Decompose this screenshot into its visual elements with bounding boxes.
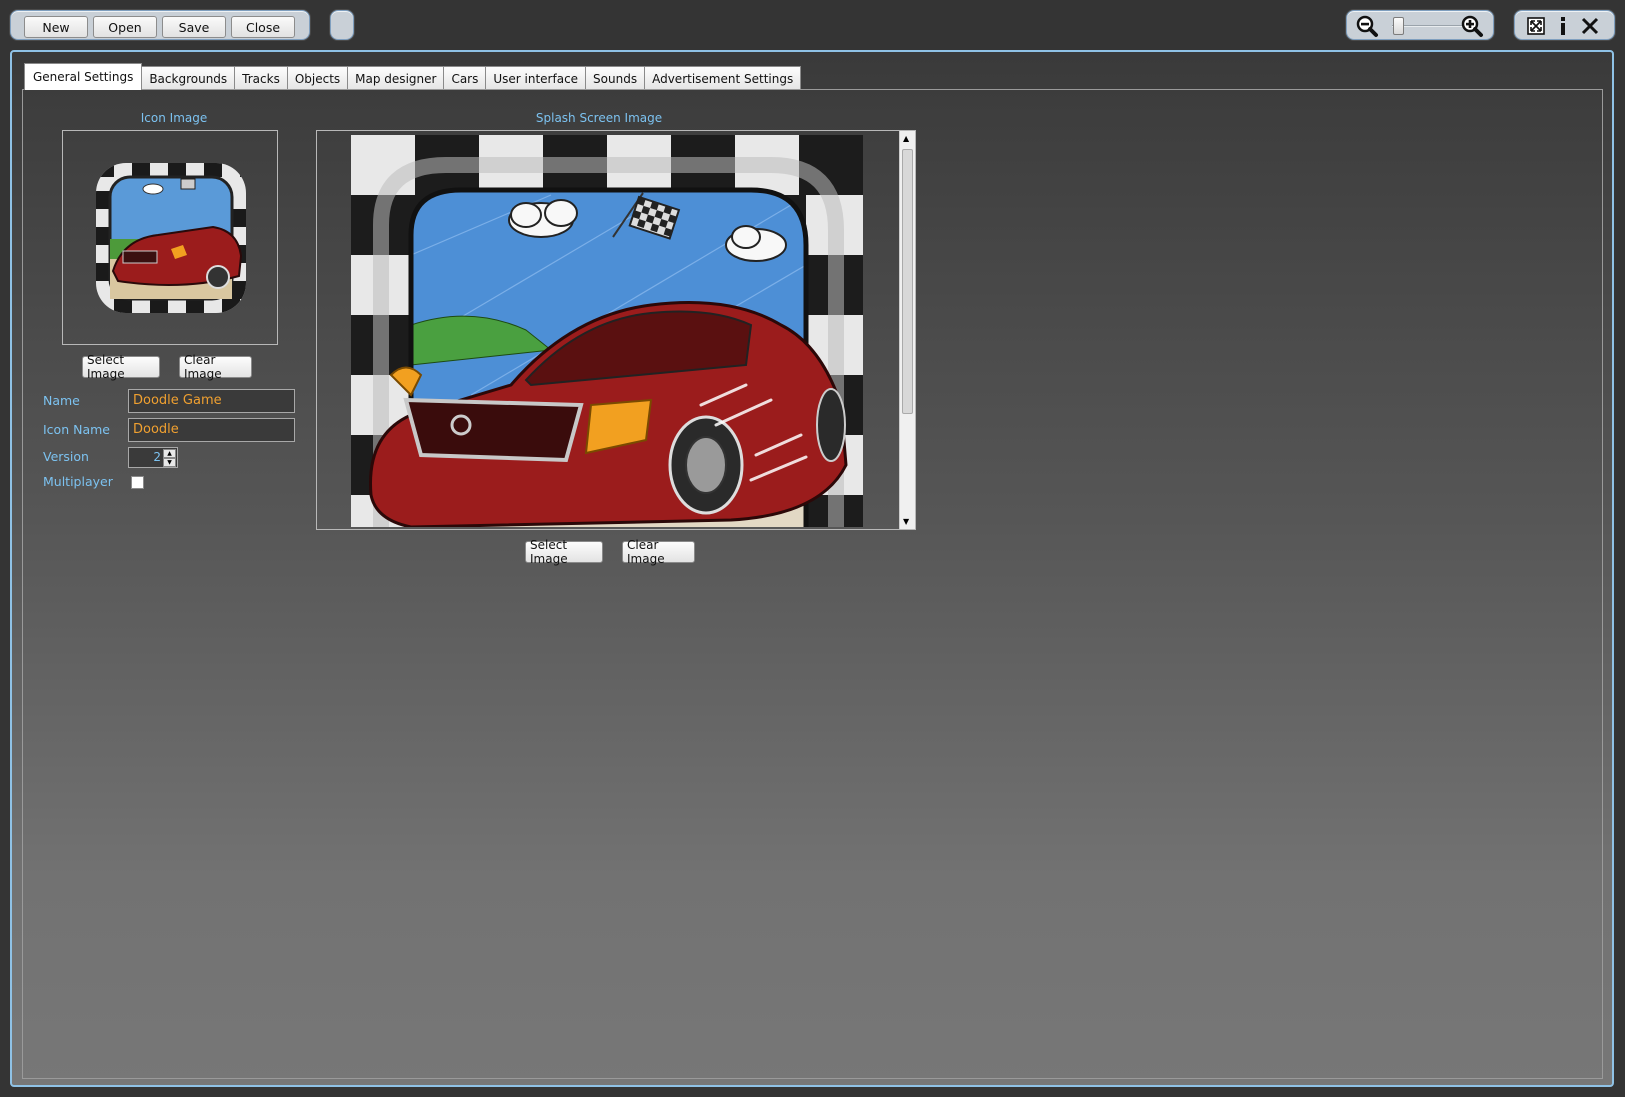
- general-settings-panel: Icon Image Select Image Clear Image Name…: [22, 89, 1603, 1079]
- icon-image-frame: [62, 130, 278, 345]
- stepper-down-icon[interactable]: ▼: [163, 458, 176, 467]
- close-button[interactable]: Close: [231, 16, 295, 38]
- splash-select-image-button[interactable]: Select Image: [525, 538, 603, 566]
- tab-strip: General Settings Backgrounds Tracks Obje…: [24, 63, 802, 90]
- splash-image: [351, 135, 863, 527]
- open-button[interactable]: Open: [93, 16, 157, 38]
- version-value: 2: [153, 450, 161, 464]
- splash-clear-image-button[interactable]: Clear Image: [622, 538, 695, 566]
- splash-image-label: Splash Screen Image: [535, 111, 663, 125]
- tab-advertisement-settings[interactable]: Advertisement Settings: [644, 66, 802, 90]
- name-label: Name: [43, 393, 80, 408]
- name-field[interactable]: Doodle Game: [128, 389, 295, 413]
- icon-name-label: Icon Name: [43, 422, 110, 437]
- new-button[interactable]: New: [24, 16, 88, 38]
- icon-select-image-button[interactable]: Select Image: [82, 353, 160, 381]
- main-window: General Settings Backgrounds Tracks Obje…: [10, 50, 1614, 1087]
- file-toolbar: New Open Save Close: [10, 10, 310, 40]
- multiplayer-label: Multiplayer: [43, 474, 113, 489]
- tab-objects[interactable]: Objects: [286, 66, 349, 90]
- zoom-out-icon[interactable]: [1355, 14, 1379, 41]
- splash-image-frame: ▲ ▼: [316, 130, 916, 530]
- stepper-up-icon[interactable]: ▲: [163, 449, 176, 458]
- fullscreen-icon[interactable]: [1525, 15, 1547, 37]
- icon-image: [96, 163, 246, 313]
- icon-name-field[interactable]: Doodle: [128, 418, 295, 442]
- icon-clear-image-button[interactable]: Clear Image: [179, 353, 252, 381]
- tab-map-designer[interactable]: Map designer: [347, 66, 445, 90]
- toolbar-extra-button[interactable]: [330, 10, 354, 40]
- version-stepper[interactable]: 2 ▲ ▼: [128, 447, 178, 468]
- icon-image-label: Icon Image: [140, 111, 208, 125]
- close-icon[interactable]: [1579, 15, 1601, 37]
- tab-sounds[interactable]: Sounds: [585, 66, 646, 90]
- tab-tracks[interactable]: Tracks: [234, 66, 288, 90]
- scroll-thumb[interactable]: [902, 149, 913, 414]
- tab-user-interface[interactable]: User interface: [485, 66, 587, 90]
- version-label: Version: [43, 449, 89, 464]
- zoom-control: [1346, 10, 1494, 40]
- multiplayer-checkbox[interactable]: [131, 476, 144, 489]
- zoom-in-icon[interactable]: [1460, 14, 1484, 41]
- info-icon[interactable]: [1552, 15, 1574, 37]
- splash-scrollbar[interactable]: ▲ ▼: [899, 131, 915, 529]
- tab-general-settings[interactable]: General Settings: [24, 63, 143, 90]
- tab-cars[interactable]: Cars: [443, 66, 487, 90]
- zoom-slider-thumb[interactable]: [1393, 17, 1404, 35]
- scroll-up-icon[interactable]: ▲: [903, 134, 909, 143]
- save-button[interactable]: Save: [162, 16, 226, 38]
- window-controls: [1514, 10, 1615, 40]
- scroll-down-icon[interactable]: ▼: [903, 517, 909, 526]
- tab-backgrounds[interactable]: Backgrounds: [141, 66, 236, 90]
